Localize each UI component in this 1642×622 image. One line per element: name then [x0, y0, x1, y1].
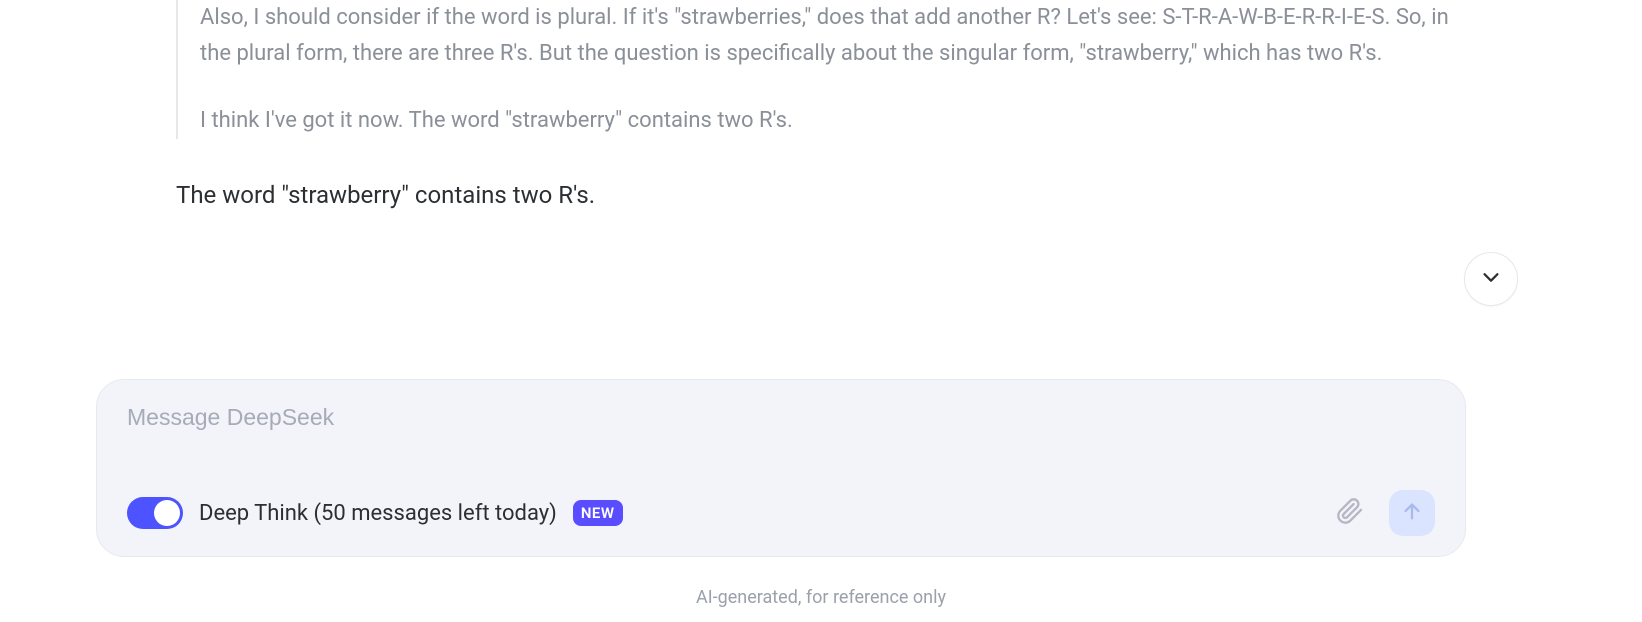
new-badge: NEW: [573, 500, 623, 526]
composer-right-controls: [1333, 490, 1435, 536]
message-composer: Deep Think (50 messages left today) NEW: [96, 379, 1466, 557]
attach-button[interactable]: [1333, 496, 1367, 530]
footer-disclaimer: AI-generated, for reference only: [0, 587, 1642, 608]
arrow-up-icon: [1401, 500, 1423, 526]
final-answer: The word "strawberry" contains two R's.: [176, 177, 1466, 213]
scroll-down-button[interactable]: [1464, 252, 1518, 306]
chevron-down-icon: [1480, 266, 1502, 292]
reasoning-paragraph: Also, I should consider if the word is p…: [200, 0, 1466, 71]
reasoning-block: Also, I should consider if the word is p…: [176, 0, 1466, 139]
toggle-knob: [154, 500, 180, 526]
composer-left-controls: Deep Think (50 messages left today) NEW: [127, 497, 623, 529]
chat-page: Also, I should consider if the word is p…: [0, 0, 1642, 622]
message-input[interactable]: [127, 404, 1435, 431]
reasoning-paragraph: I think I've got it now. The word "straw…: [200, 103, 1466, 139]
composer-controls: Deep Think (50 messages left today) NEW: [127, 490, 1435, 536]
deep-think-label: Deep Think (50 messages left today): [199, 501, 557, 526]
message-content: Also, I should consider if the word is p…: [176, 0, 1466, 213]
send-button[interactable]: [1389, 490, 1435, 536]
paperclip-icon: [1336, 497, 1364, 529]
deep-think-toggle[interactable]: [127, 497, 183, 529]
